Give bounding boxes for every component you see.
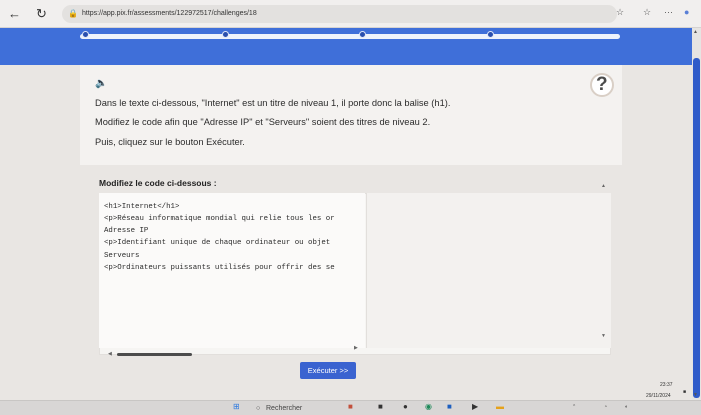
profile-icon[interactable]: ● (684, 7, 689, 17)
help-button[interactable]: ? (590, 73, 614, 97)
notification-icon[interactable]: ■ (683, 389, 686, 395)
editor-scroll-right-icon[interactable]: ▶ (354, 345, 358, 351)
progress-step (359, 31, 366, 38)
lock-icon: 🔒 (68, 9, 78, 18)
back-icon[interactable]: ← (8, 6, 21, 21)
taskbar-search-label: Rechercher (266, 405, 303, 412)
browser-toolbar: ← ↻ 🔒 https://app.pix.fr/assessments/122… (0, 0, 701, 28)
progress-step (82, 31, 89, 38)
taskbar-search[interactable]: ○ Rechercher (252, 402, 342, 415)
preview-pane (366, 193, 611, 348)
taskbar-app-icon[interactable]: ■ (378, 402, 383, 411)
code-line[interactable]: Adresse IP (104, 227, 148, 235)
folder-icon[interactable]: ▬ (496, 402, 504, 411)
speaker-icon[interactable]: 🔈 (95, 78, 107, 89)
taskbar-app-icon[interactable]: ■ (348, 402, 353, 411)
help-label: ? (596, 74, 608, 95)
clock-date[interactable]: 29/11/2024 (646, 393, 671, 399)
preview-scroll-down-icon[interactable]: ▼ (601, 333, 606, 339)
code-editor[interactable]: <h1>Internet</h1> <p>Réseau informatique… (99, 193, 365, 348)
editor-scroll-left-icon[interactable]: ◀ (108, 351, 112, 357)
clock-time[interactable]: 23:37 (660, 382, 673, 388)
scrollbar-thumb[interactable] (693, 58, 700, 398)
instruction-card (80, 65, 622, 165)
code-line[interactable]: <p>Ordinateurs puissants utilisés pour o… (104, 264, 335, 272)
code-line[interactable]: <p>Réseau informatique mondial qui relie… (104, 215, 335, 223)
reload-icon[interactable]: ↻ (36, 6, 47, 22)
run-button[interactable]: Exécuter >> (300, 362, 356, 379)
edge-browser-icon[interactable]: ◉ (425, 402, 432, 411)
page-scrollbar[interactable]: ▲ ▼ (692, 28, 701, 400)
editor-horizontal-scrollbar[interactable] (117, 353, 192, 356)
search-icon: ○ (256, 405, 261, 412)
code-line[interactable]: <h1>Internet</h1> (104, 203, 179, 211)
taskbar-app-icon[interactable]: ● (403, 402, 408, 411)
taskbar-app-icon[interactable]: ■ (447, 402, 452, 411)
progress-step (222, 31, 229, 38)
code-line[interactable]: Serveurs (104, 252, 139, 260)
url-text: https://app.pix.fr/assessments/122972517… (82, 10, 257, 17)
instruction-line-2: Modifiez le code afin que "Adresse IP" e… (95, 117, 431, 127)
progress-step (487, 31, 494, 38)
favorite-icon[interactable]: ☆ (616, 7, 624, 18)
volume-icon[interactable]: ◐ (625, 404, 628, 410)
instruction-line-3: Puis, cliquez sur le bouton Exécuter. (95, 137, 245, 147)
scroll-down-icon[interactable]: ▼ (693, 392, 698, 398)
progress-track (80, 34, 620, 39)
wifi-icon[interactable]: ◔ (604, 404, 607, 410)
instruction-line-1: Dans le texte ci-dessous, "Internet" est… (95, 98, 451, 108)
code-section-title: Modifiez le code ci-dessous : (99, 178, 217, 188)
taskbar-app-icon[interactable]: ▶ (472, 402, 478, 411)
code-line[interactable]: <p>Identifiant unique de chaque ordinate… (104, 239, 330, 247)
more-icon[interactable]: ··· (664, 7, 673, 17)
scroll-up-icon[interactable]: ▲ (693, 29, 698, 35)
tray-chevron-icon[interactable]: ⌃ (572, 404, 576, 410)
preview-scroll-up-icon[interactable]: ▲ (601, 183, 606, 189)
address-bar[interactable]: 🔒 https://app.pix.fr/assessments/1229725… (62, 5, 617, 23)
windows-start-icon[interactable]: ⊞ (233, 402, 240, 411)
collections-icon[interactable]: ☆ (643, 7, 651, 18)
